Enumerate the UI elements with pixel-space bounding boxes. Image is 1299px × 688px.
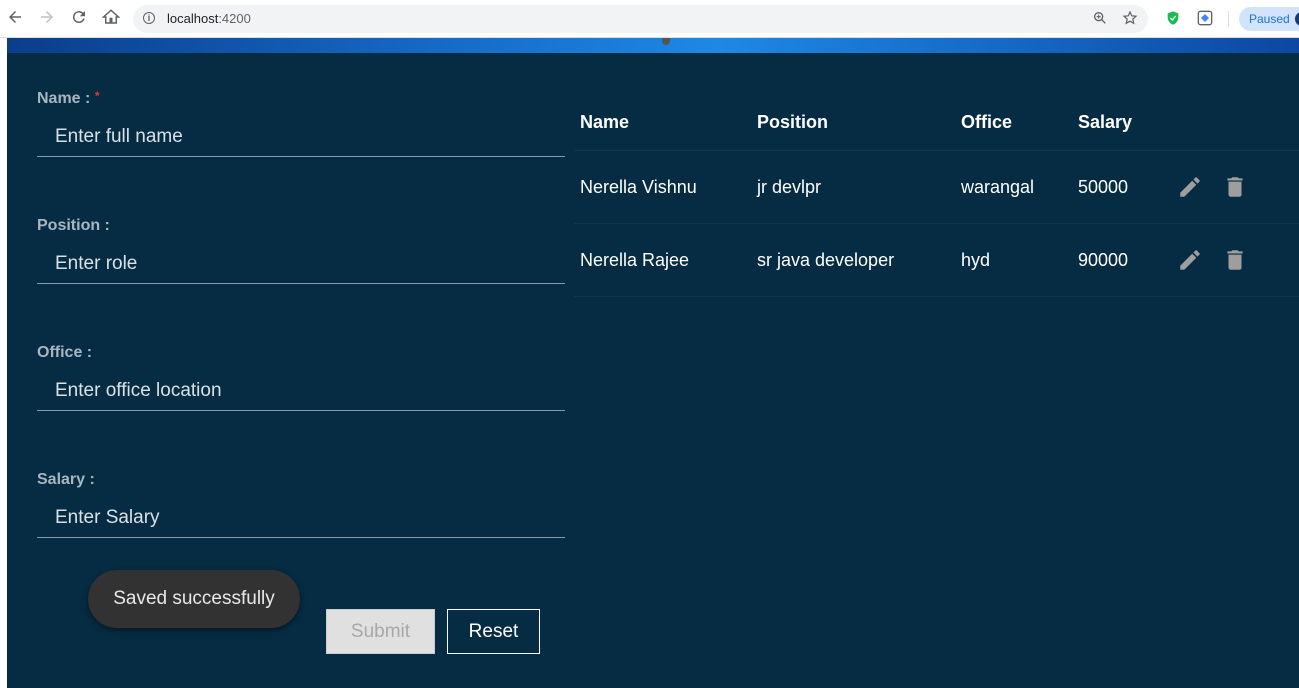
url-host: localhost <box>167 11 219 26</box>
delete-trash-icon[interactable] <box>1222 174 1248 200</box>
header-office: Office <box>955 94 1072 151</box>
cell-name: Nerella Rajee <box>574 223 751 297</box>
edit-pencil-icon[interactable] <box>1177 247 1203 273</box>
banner-handle <box>662 38 670 45</box>
cell-salary: 50000 <box>1072 150 1171 224</box>
snackbar-toast: Saved successfully <box>88 570 300 628</box>
browser-toolbar: i localhost:4200 Paused <box>0 0 1299 38</box>
app-page: Name : * Position : Office : Salary : Sa… <box>7 38 1299 688</box>
shield-extension-icon[interactable] <box>1165 10 1181 26</box>
edit-pencil-icon[interactable] <box>1177 174 1203 200</box>
table-row[interactable]: Nerella Rajee sr java developer hyd 9000… <box>574 223 1299 297</box>
salary-label: Salary : <box>37 471 95 488</box>
position-input[interactable] <box>37 244 565 284</box>
profile-status-chip[interactable]: Paused <box>1239 7 1299 31</box>
name-input[interactable] <box>37 117 565 157</box>
forward-arrow-icon[interactable] <box>36 8 58 30</box>
office-input[interactable] <box>37 371 565 411</box>
back-arrow-icon[interactable] <box>4 8 26 30</box>
url-port: :4200 <box>218 11 251 26</box>
cell-office: warangal <box>955 150 1072 224</box>
position-label: Position : <box>37 217 110 234</box>
table-header-row: Name Position Office Salary <box>574 94 1299 151</box>
cell-position: sr java developer <box>751 223 955 297</box>
name-label: Name : * <box>37 89 100 108</box>
table-row[interactable]: Nerella Vishnu jr devlpr warangal 50000 <box>574 150 1299 224</box>
reset-button[interactable]: Reset <box>447 609 540 654</box>
header-salary: Salary <box>1072 94 1171 151</box>
address-url: localhost:4200 <box>167 11 251 26</box>
cell-position: jr devlpr <box>751 150 955 224</box>
cell-office: hyd <box>955 223 1072 297</box>
name-label-text: Name : <box>37 90 91 107</box>
toolbar-separator <box>1228 11 1229 27</box>
header-position: Position <box>751 94 955 151</box>
extension-icon[interactable] <box>1197 10 1213 26</box>
profile-status-label: Paused <box>1249 12 1290 26</box>
cell-name: Nerella Vishnu <box>574 150 751 224</box>
reload-icon[interactable] <box>68 8 90 30</box>
cell-actions <box>1171 223 1299 297</box>
address-bar[interactable]: i localhost:4200 <box>133 5 1148 33</box>
submit-button[interactable]: Submit <box>326 609 435 654</box>
header-banner <box>7 38 1299 53</box>
required-marker: * <box>94 89 100 103</box>
info-icon[interactable]: i <box>143 12 155 24</box>
home-icon[interactable] <box>100 8 122 30</box>
delete-trash-icon[interactable] <box>1222 247 1248 273</box>
office-label: Office : <box>37 344 93 361</box>
header-actions <box>1171 94 1299 151</box>
zoom-icon[interactable] <box>1091 10 1109 28</box>
cell-salary: 90000 <box>1072 223 1171 297</box>
salary-input[interactable] <box>37 498 565 538</box>
header-name: Name <box>574 94 751 151</box>
employee-table: Name Position Office Salary Nerella Vish… <box>574 94 1299 297</box>
cell-actions <box>1171 150 1299 224</box>
star-icon[interactable] <box>1121 10 1139 28</box>
